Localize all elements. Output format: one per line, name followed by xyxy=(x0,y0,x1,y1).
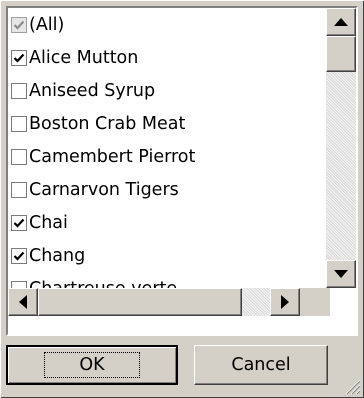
ok-button-label: OK xyxy=(44,352,140,378)
checklist-item-label: Chai xyxy=(29,212,68,233)
vertical-scrollbar[interactable] xyxy=(326,8,356,288)
checkmark-icon xyxy=(13,53,25,63)
checkbox[interactable] xyxy=(11,181,27,198)
checklist-item-label: Alice Mutton xyxy=(29,47,139,68)
filter-checklist[interactable]: (All) Alice Mutton Aniseed Syrup Boston Cra… xyxy=(6,6,358,336)
checkmark-icon xyxy=(13,20,25,30)
checklist-item[interactable]: Chai xyxy=(8,206,330,239)
checkbox[interactable] xyxy=(11,49,27,66)
cancel-button-label: Cancel xyxy=(231,355,291,375)
checklist-item[interactable]: Chang xyxy=(8,239,330,272)
checklist-item[interactable]: Camembert Pierrot xyxy=(8,140,330,173)
checkbox[interactable] xyxy=(11,247,27,264)
checkbox[interactable] xyxy=(11,115,27,132)
checklist-item-label: Camembert Pierrot xyxy=(29,146,196,167)
resize-grip-icon[interactable] xyxy=(341,375,361,395)
checklist-item[interactable]: Aniseed Syrup xyxy=(8,74,330,107)
arrow-right-icon xyxy=(281,295,289,309)
horizontal-scroll-thumb[interactable] xyxy=(38,288,242,316)
vertical-scroll-thumb[interactable] xyxy=(326,36,356,72)
scroll-down-button[interactable] xyxy=(326,260,356,288)
scroll-up-button[interactable] xyxy=(326,8,356,36)
checklist-item-label: Aniseed Syrup xyxy=(29,80,156,101)
checklist-item[interactable]: (All) xyxy=(8,8,330,41)
checklist-item[interactable]: Carnarvon Tigers xyxy=(8,173,330,206)
scroll-left-button[interactable] xyxy=(8,288,38,316)
checkmark-icon xyxy=(13,251,25,261)
checkbox[interactable] xyxy=(11,214,27,231)
arrow-left-icon xyxy=(19,295,27,309)
checklist-items: (All) Alice Mutton Aniseed Syrup Boston Cra… xyxy=(8,8,330,305)
arrow-down-icon xyxy=(334,270,348,278)
scrollbar-corner xyxy=(300,288,330,316)
checklist-item-label: Chang xyxy=(29,245,86,266)
horizontal-scrollbar[interactable] xyxy=(8,288,300,316)
checkmark-icon xyxy=(13,218,25,228)
ok-button[interactable]: OK xyxy=(6,345,178,385)
arrow-up-icon xyxy=(334,18,348,26)
checklist-item-label: (All) xyxy=(29,14,65,35)
checkbox[interactable] xyxy=(11,148,27,165)
cancel-button[interactable]: Cancel xyxy=(194,345,328,385)
checklist-item[interactable]: Alice Mutton xyxy=(8,41,330,74)
checkbox[interactable] xyxy=(11,16,27,33)
checklist-item-label: Boston Crab Meat xyxy=(29,113,186,134)
checklist-item[interactable]: Boston Crab Meat xyxy=(8,107,330,140)
filter-dropdown-panel: (All) Alice Mutton Aniseed Syrup Boston Cra… xyxy=(0,0,364,398)
checklist-item-label: Carnarvon Tigers xyxy=(29,179,179,200)
scroll-right-button[interactable] xyxy=(270,288,300,316)
checkbox[interactable] xyxy=(11,82,27,99)
